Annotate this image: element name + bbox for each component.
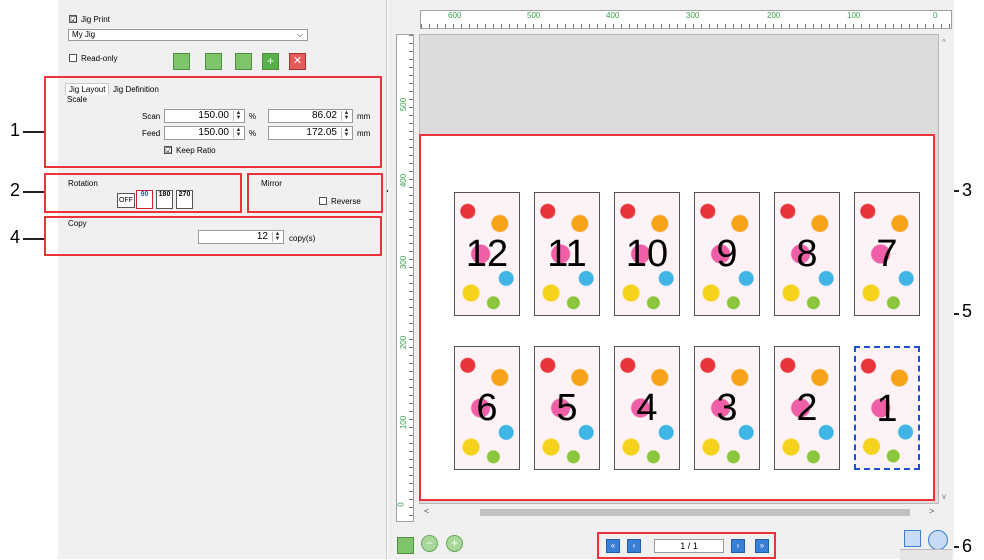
jig-tile-10[interactable]: 10 [614, 192, 680, 316]
tile-number: 9 [716, 233, 738, 275]
ruler-left-200: 200 [399, 335, 409, 350]
jig-tile-1-selected[interactable]: 1 [854, 346, 920, 470]
zoom-out-icon[interactable]: − [421, 535, 438, 552]
prev-page-icon[interactable]: ‹ [627, 539, 641, 553]
next-page-icon[interactable]: › [731, 539, 745, 553]
tile-number: 7 [876, 233, 898, 275]
ruler-left-0: 0 [396, 502, 406, 507]
copy-jig-icon[interactable] [235, 53, 252, 70]
tiles-grid: 12 11 10 9 8 7 6 5 4 3 2 1 [454, 192, 924, 482]
jig-tile-11[interactable]: 11 [534, 192, 600, 316]
tile-number: 3 [716, 387, 738, 429]
scroll-thumb[interactable] [480, 509, 910, 516]
callout-5: 5 [962, 301, 973, 321]
jig-tile-5[interactable]: 5 [534, 346, 600, 470]
readonly-label: Read-only [81, 54, 118, 63]
callout-box-2 [44, 173, 242, 213]
scroll-down-icon[interactable]: v [942, 492, 946, 501]
scroll-up-icon[interactable]: ^ [942, 38, 946, 47]
add-jig-icon[interactable]: + [262, 53, 279, 70]
tile-number: 8 [796, 233, 818, 275]
fit-view-icon[interactable] [397, 537, 414, 554]
layout-view-icon[interactable] [904, 530, 921, 547]
jig-print-checkbox[interactable]: ☑ [69, 15, 77, 24]
jig-tile-2[interactable]: 2 [774, 346, 840, 470]
jig-print-label: Jig Print [81, 15, 110, 24]
jig-tile-6[interactable]: 6 [454, 346, 520, 470]
callout-2: 2 [10, 180, 21, 200]
tile-number: 11 [547, 233, 587, 275]
export-jig-icon[interactable] [205, 53, 222, 70]
ruler-left-100: 100 [399, 415, 409, 430]
callout-4: 4 [10, 227, 21, 247]
ruler-top-200: 200 [767, 11, 781, 20]
ruler-left-300: 300 [399, 255, 409, 270]
last-page-icon[interactable]: » [755, 539, 769, 553]
jig-tile-9[interactable]: 9 [694, 192, 760, 316]
ruler-left-400: 400 [399, 173, 409, 188]
jig-tile-8[interactable]: 8 [774, 192, 840, 316]
jig-select-value: My Jig [72, 30, 96, 39]
callout-box-1 [44, 76, 382, 168]
callout-3: 3 [962, 180, 973, 200]
tile-number: 4 [636, 387, 658, 429]
ruler-top-500: 500 [527, 11, 541, 20]
tile-number: 2 [796, 387, 818, 429]
callout-2-line [23, 191, 45, 193]
callout-1-line [23, 131, 45, 133]
first-page-icon[interactable]: « [606, 539, 620, 553]
delete-jig-icon[interactable]: ✕ [289, 53, 306, 70]
preview-view-icon[interactable] [928, 530, 948, 550]
tile-number: 10 [625, 233, 669, 275]
callout-6: 6 [962, 536, 973, 556]
jig-tile-7[interactable]: 7 [854, 192, 920, 316]
jig-select[interactable]: My Jig ⌵ [68, 29, 308, 41]
status-strip [900, 549, 952, 560]
callout-4-line [23, 238, 45, 240]
tile-number: 6 [476, 387, 498, 429]
callout-box-3 [247, 173, 383, 213]
page-input[interactable]: 1 / 1 [654, 539, 724, 553]
chevron-down-icon: ⌵ [296, 30, 303, 39]
callout-1: 1 [10, 120, 21, 140]
zoom-in-icon[interactable]: + [446, 535, 463, 552]
scroll-right-icon[interactable]: > [929, 506, 934, 516]
ruler-top-300: 300 [686, 11, 700, 20]
readonly-checkbox[interactable] [69, 54, 77, 62]
jig-tile-4[interactable]: 4 [614, 346, 680, 470]
ruler-top-600: 600 [448, 11, 462, 20]
jig-tile-12[interactable]: 12 [454, 192, 520, 316]
jig-tile-3[interactable]: 3 [694, 346, 760, 470]
tile-number: 12 [465, 233, 509, 275]
ruler-top-400: 400 [606, 11, 620, 20]
ruler-left-500: 500 [399, 97, 409, 112]
scroll-left-icon[interactable]: < [424, 506, 429, 516]
callout-box-4 [44, 216, 382, 256]
tile-number: 5 [556, 387, 578, 429]
tile-number: 1 [876, 388, 898, 430]
vertical-scrollbar[interactable] [940, 34, 952, 504]
import-jig-icon[interactable] [173, 53, 190, 70]
ruler-top-0: 0 [933, 11, 938, 20]
ruler-top-100: 100 [847, 11, 861, 20]
